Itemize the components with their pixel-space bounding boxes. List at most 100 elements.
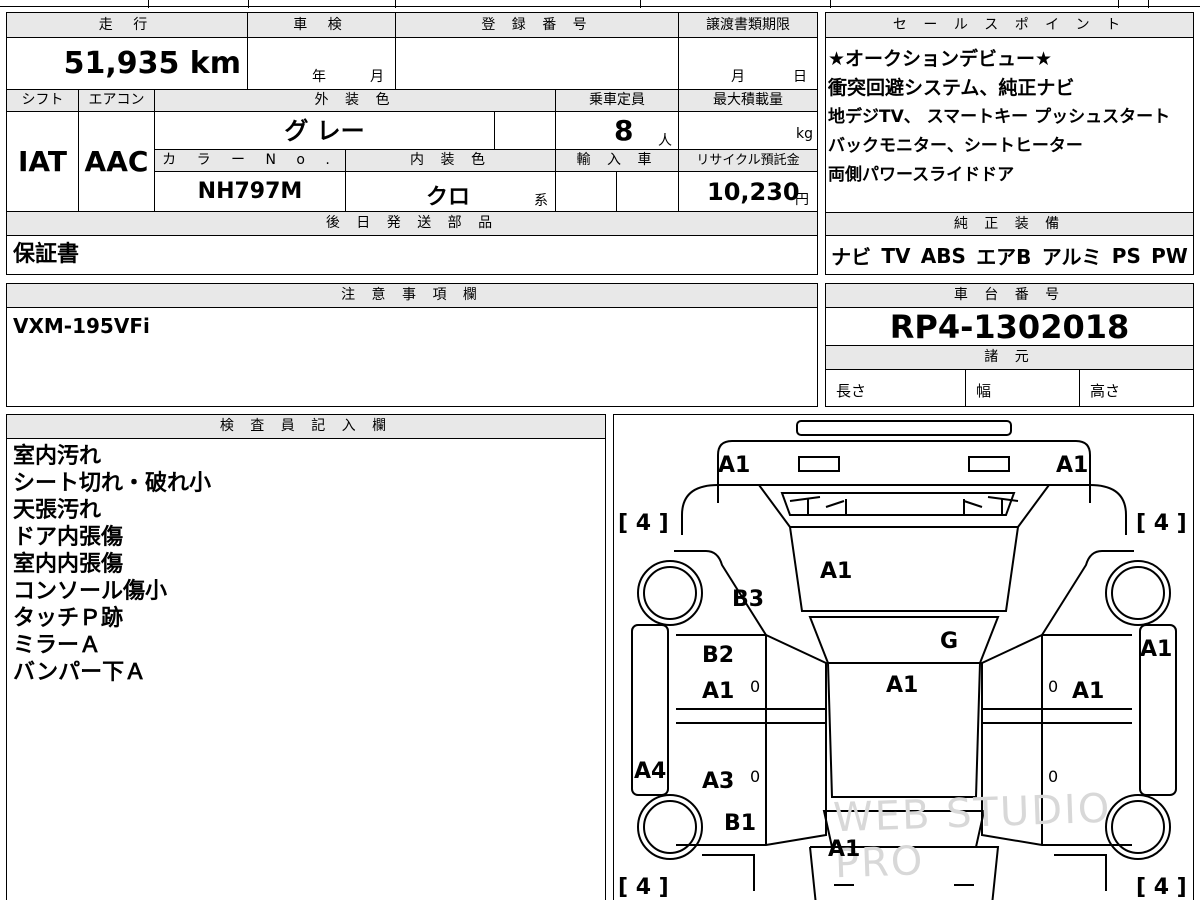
mark-trunk: A1 xyxy=(828,837,861,862)
ext-color-value: グ レー xyxy=(155,112,495,150)
car-diagram-panel: WEB STUDIO PRO [ 4 ] [ 4 ] [ 4 ] [ 4 ] A… xyxy=(613,414,1194,900)
sales-points-header: セ ー ル ス ポ イ ン ト xyxy=(826,13,1193,38)
mark-front-left: A1 xyxy=(718,453,751,478)
inspection-year-label: 年 xyxy=(312,69,326,85)
mark-roof: A1 xyxy=(886,673,919,698)
inspector-note: 天張汚れ xyxy=(13,498,102,523)
equipment-item: PW xyxy=(1151,243,1188,268)
vehicle-info-table: 走 行 車 検 登 録 番 号 譲渡書類期限 51,935 km 年 月 月 日… xyxy=(6,12,818,275)
aircon-header: エアコン xyxy=(79,90,155,112)
max-load-header: 最大積載量 xyxy=(679,90,817,112)
recycle-unit: 円 xyxy=(795,192,809,208)
sales-point-item: 衝突回避システム、純正ナビ xyxy=(828,77,1075,99)
shift-value: IAT xyxy=(7,112,79,212)
int-color-value: クロ xyxy=(426,185,471,210)
inspector-panel: 検 査 員 記 入 欄 室内汚れ シート切れ・破れ小 天張汚れ ドア内張傷 室内… xyxy=(6,414,606,900)
tire-label-front-left: [ 4 ] xyxy=(618,511,669,536)
max-load-unit: kg xyxy=(796,126,813,142)
sales-point-item: 地デジTV、 スマートキー プッシュスタート xyxy=(828,107,1171,127)
color-no-value: NH797M xyxy=(155,172,346,212)
transfer-day-label: 日 xyxy=(793,69,807,85)
chassis-header: 車 台 番 号 xyxy=(826,284,1193,308)
tire-label-rear-right: [ 4 ] xyxy=(1136,875,1187,900)
capacity-header: 乗車定員 xyxy=(556,90,679,112)
sales-points-list: ★オークションデビュー★ 衝突回避システム、純正ナビ 地デジTV、 スマートキー… xyxy=(828,45,1192,190)
aircon-value: AAC xyxy=(79,112,155,212)
inspector-note: シート切れ・破れ小 xyxy=(13,471,212,496)
equipment-list: ナビ TV ABS エアB アルミ PS PW xyxy=(826,237,1193,274)
inspector-note: 室内内張傷 xyxy=(13,552,124,577)
mark-right-front-door: A1 xyxy=(1072,679,1105,704)
recycle-header: リサイクル預託金 xyxy=(679,150,817,172)
sales-point-item: 両側パワースライドドア xyxy=(828,165,1015,185)
sales-point-item: バックモニター、シートヒーター xyxy=(828,136,1083,156)
int-color-suffix: 系 xyxy=(534,193,548,209)
inspector-note: ドア内張傷 xyxy=(13,525,124,550)
equipment-item: TV xyxy=(881,243,911,268)
mileage-header: 走 行 xyxy=(7,13,248,38)
mark-zero: 0 xyxy=(1048,677,1059,696)
mark-front-right: A1 xyxy=(1056,453,1089,478)
import-cell-1 xyxy=(556,172,617,212)
equipment-header: 純 正 装 備 xyxy=(826,212,1193,236)
mark-left-rear-door: A3 xyxy=(702,769,735,794)
inspection-header: 車 検 xyxy=(248,13,396,38)
mark-right-side: A1 xyxy=(1140,637,1173,662)
equipment-item: エアB xyxy=(976,245,1032,269)
recycle-value: 10,230 xyxy=(707,178,800,206)
mark-zero: 0 xyxy=(750,767,761,786)
mark-left-fender: B3 xyxy=(732,587,765,612)
spec-height: 高さ xyxy=(1090,382,1121,400)
equipment-item: PS xyxy=(1111,243,1141,268)
inspection-value: 年 月 xyxy=(248,38,396,90)
inspector-notes-list: 室内汚れ シート切れ・破れ小 天張汚れ ドア内張傷 室内内張傷 コンソール傷小 … xyxy=(13,443,211,686)
transfer-header: 譲渡書類期限 xyxy=(679,13,817,38)
top-strip xyxy=(0,0,1200,8)
mark-zero: 0 xyxy=(1048,767,1059,786)
recycle-cell: 10,230 円 xyxy=(679,172,817,212)
equipment-item: アルミ xyxy=(1041,245,1102,269)
mark-left-front-door-1: B2 xyxy=(702,643,735,668)
inspector-note: タッチＰ跡 xyxy=(13,606,124,631)
int-color-cell: クロ 系 xyxy=(346,172,556,212)
specs-header: 諸 元 xyxy=(826,346,1193,370)
transfer-month-label: 月 xyxy=(731,69,745,85)
chassis-value: RP4-1302018 xyxy=(826,308,1193,346)
registration-value xyxy=(396,38,679,90)
mark-zero: 0 xyxy=(750,677,761,696)
sales-points-panel: セ ー ル ス ポ イ ン ト ★オークションデビュー★ 衝突回避システム、純正… xyxy=(825,12,1194,275)
notes-panel: 注 意 事 項 欄 VXM-195VFi xyxy=(6,283,818,407)
inspector-note: バンパー下Ａ xyxy=(13,660,147,685)
tire-label-front-right: [ 4 ] xyxy=(1136,511,1187,536)
equipment-item: ナビ xyxy=(831,245,872,269)
later-parts-value: 保証書 xyxy=(13,242,80,267)
spec-length: 長さ xyxy=(826,370,966,406)
import-cell-2 xyxy=(617,172,679,212)
equipment-item: ABS xyxy=(920,243,966,268)
inspector-header: 検 査 員 記 入 欄 xyxy=(7,415,605,439)
color-no-header: カ ラ ー N o . xyxy=(155,150,346,172)
inspector-note: 室内汚れ xyxy=(13,444,102,469)
mark-windshield: G xyxy=(940,629,959,654)
max-load-cell: kg xyxy=(679,112,817,150)
spec-width: 幅 xyxy=(966,370,1080,406)
mark-left-front-door-2: A1 xyxy=(702,679,735,704)
mark-hood: A1 xyxy=(820,559,853,584)
capacity-cell: 8 人 xyxy=(556,112,679,150)
import-header: 輸 入 車 xyxy=(556,150,679,172)
shift-header: シフト xyxy=(7,90,79,112)
mark-left-rear-fender: B1 xyxy=(724,811,757,836)
notes-value: VXM-195VFi xyxy=(13,314,150,338)
chassis-panel: 車 台 番 号 RP4-1302018 諸 元 長さ 幅 高さ xyxy=(825,283,1194,407)
registration-header: 登 録 番 号 xyxy=(396,13,679,38)
watermark: WEB STUDIO PRO xyxy=(832,785,1113,888)
capacity-value: 8 xyxy=(614,114,634,147)
mark-left-sill: A4 xyxy=(634,759,667,784)
mileage-value: 51,935 km xyxy=(7,38,248,90)
tire-label-rear-left: [ 4 ] xyxy=(618,875,669,900)
later-parts-header: 後 日 発 送 部 品 xyxy=(7,212,817,236)
capacity-unit: 人 xyxy=(658,133,672,149)
notes-header: 注 意 事 項 欄 xyxy=(7,284,817,308)
int-color-header: 内 装 色 xyxy=(346,150,556,172)
inspection-month-label: 月 xyxy=(370,69,384,85)
